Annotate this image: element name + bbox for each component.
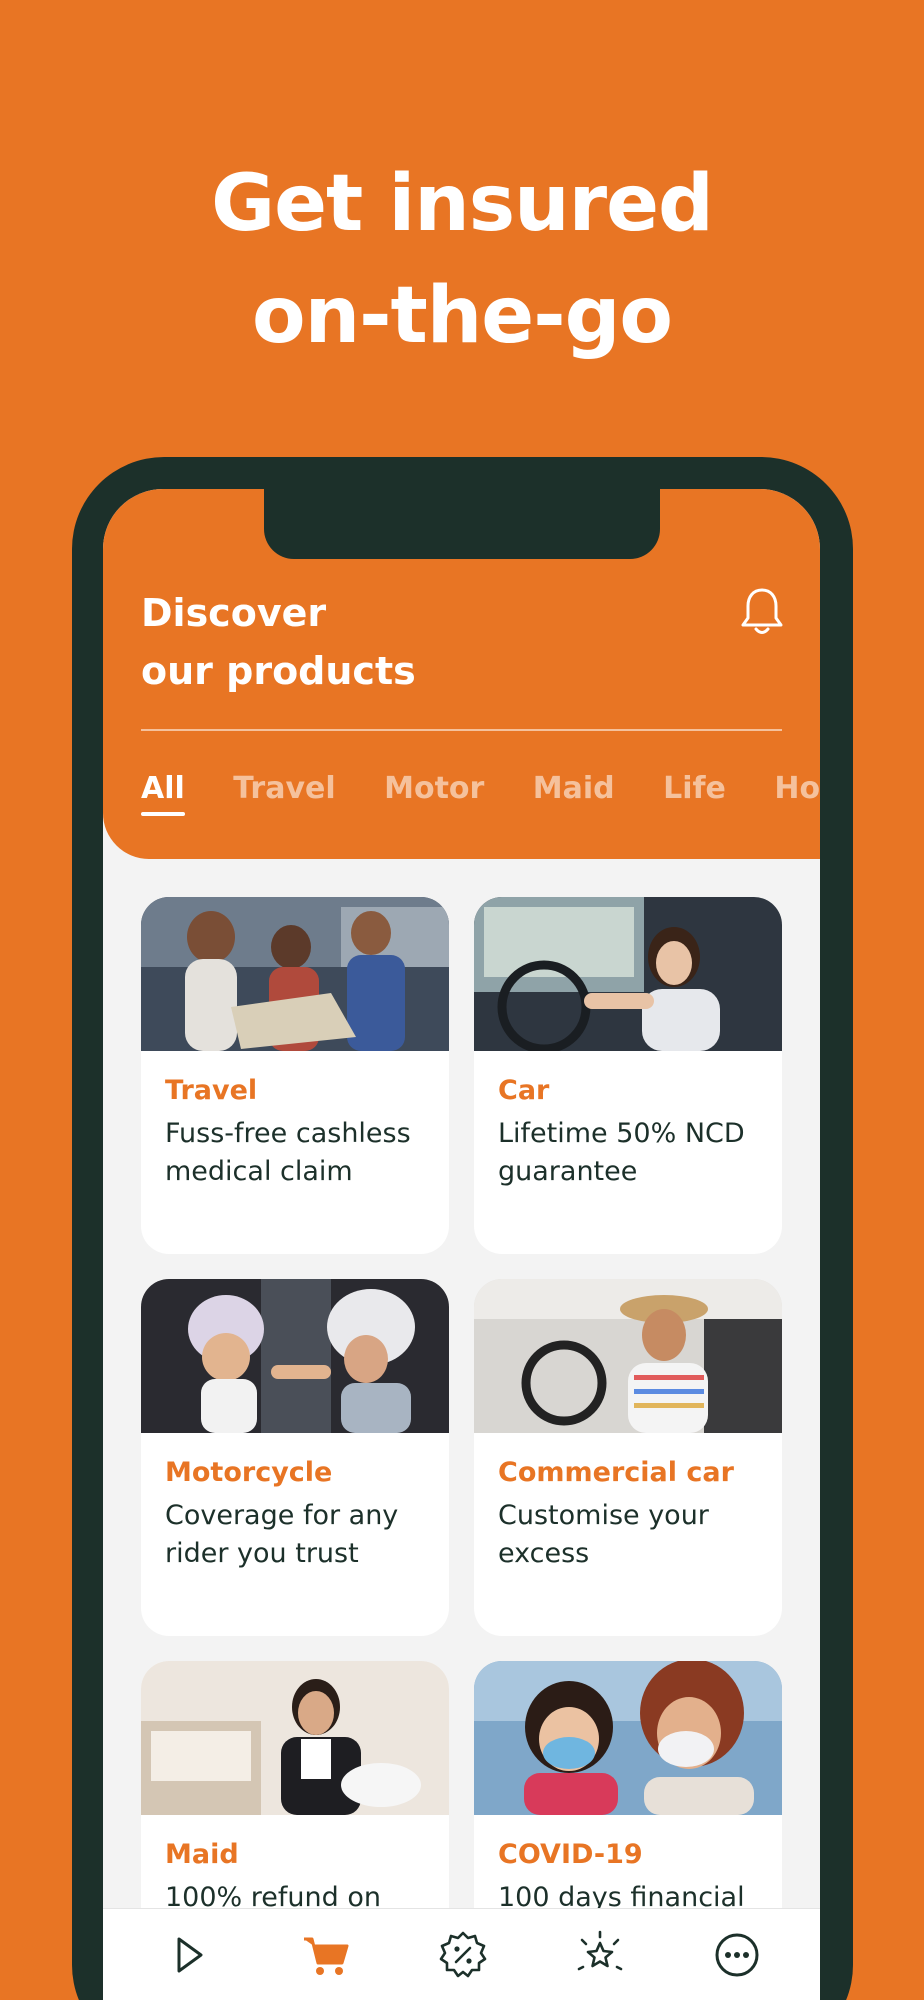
- cart-icon[interactable]: [300, 1929, 352, 1981]
- product-image-car: [474, 897, 782, 1051]
- product-description: Coverage for any rider you trust: [165, 1500, 399, 1569]
- tab-all[interactable]: All: [141, 771, 185, 816]
- tab-maid[interactable]: Maid: [533, 771, 615, 806]
- tab-life[interactable]: Life: [663, 771, 726, 806]
- more-icon[interactable]: [711, 1929, 763, 1981]
- product-card-motorcycle[interactable]: Motorcycle Coverage for any rider you tr…: [141, 1279, 449, 1636]
- product-description: Customise your excess: [498, 1500, 709, 1569]
- product-card-travel[interactable]: Travel Fuss-free cashless medical claim: [141, 897, 449, 1254]
- product-title: Maid: [165, 1839, 239, 1870]
- tab-travel[interactable]: Travel: [233, 771, 335, 806]
- category-tabs: All Travel Motor Maid Life Home: [141, 771, 820, 816]
- bell-icon[interactable]: [739, 585, 785, 639]
- product-image-covid-19: [474, 1661, 782, 1815]
- tab-home[interactable]: Home: [774, 771, 820, 806]
- hero-line-2: on-the-go: [252, 271, 673, 361]
- product-title: Motorcycle: [165, 1457, 333, 1488]
- play-icon[interactable]: [163, 1929, 215, 1981]
- product-card-commercial-car[interactable]: Commercial car Customise your excess: [474, 1279, 782, 1636]
- discount-badge-icon[interactable]: [437, 1929, 489, 1981]
- product-description: Fuss-free cashless medical claim: [165, 1118, 411, 1187]
- page-title-line-2: our products: [141, 649, 416, 693]
- app-screen: Discover our products All Travel Motor M…: [103, 489, 820, 2000]
- page-title: Discover our products: [141, 584, 416, 700]
- phone-notch: [264, 489, 660, 559]
- tab-motor[interactable]: Motor: [384, 771, 484, 806]
- product-image-motorcycle: [141, 1279, 449, 1433]
- hero-headline: Get insured on-the-go: [0, 148, 924, 372]
- product-image-travel: [141, 897, 449, 1051]
- bottom-navigation: [103, 1908, 820, 2000]
- product-image-commercial-car: [474, 1279, 782, 1433]
- product-card-car[interactable]: Car Lifetime 50% NCD guarantee: [474, 897, 782, 1254]
- header-divider: [141, 729, 782, 731]
- product-title: Car: [498, 1075, 550, 1106]
- product-title: Travel: [165, 1075, 258, 1106]
- sparkle-star-icon[interactable]: [574, 1929, 626, 1981]
- hero-line-1: Get insured: [211, 159, 714, 249]
- product-description: Lifetime 50% NCD guarantee: [498, 1118, 745, 1187]
- page-title-line-1: Discover: [141, 591, 327, 635]
- product-title: Commercial car: [498, 1457, 734, 1488]
- product-image-maid: [141, 1661, 449, 1815]
- product-title: COVID-19: [498, 1839, 643, 1870]
